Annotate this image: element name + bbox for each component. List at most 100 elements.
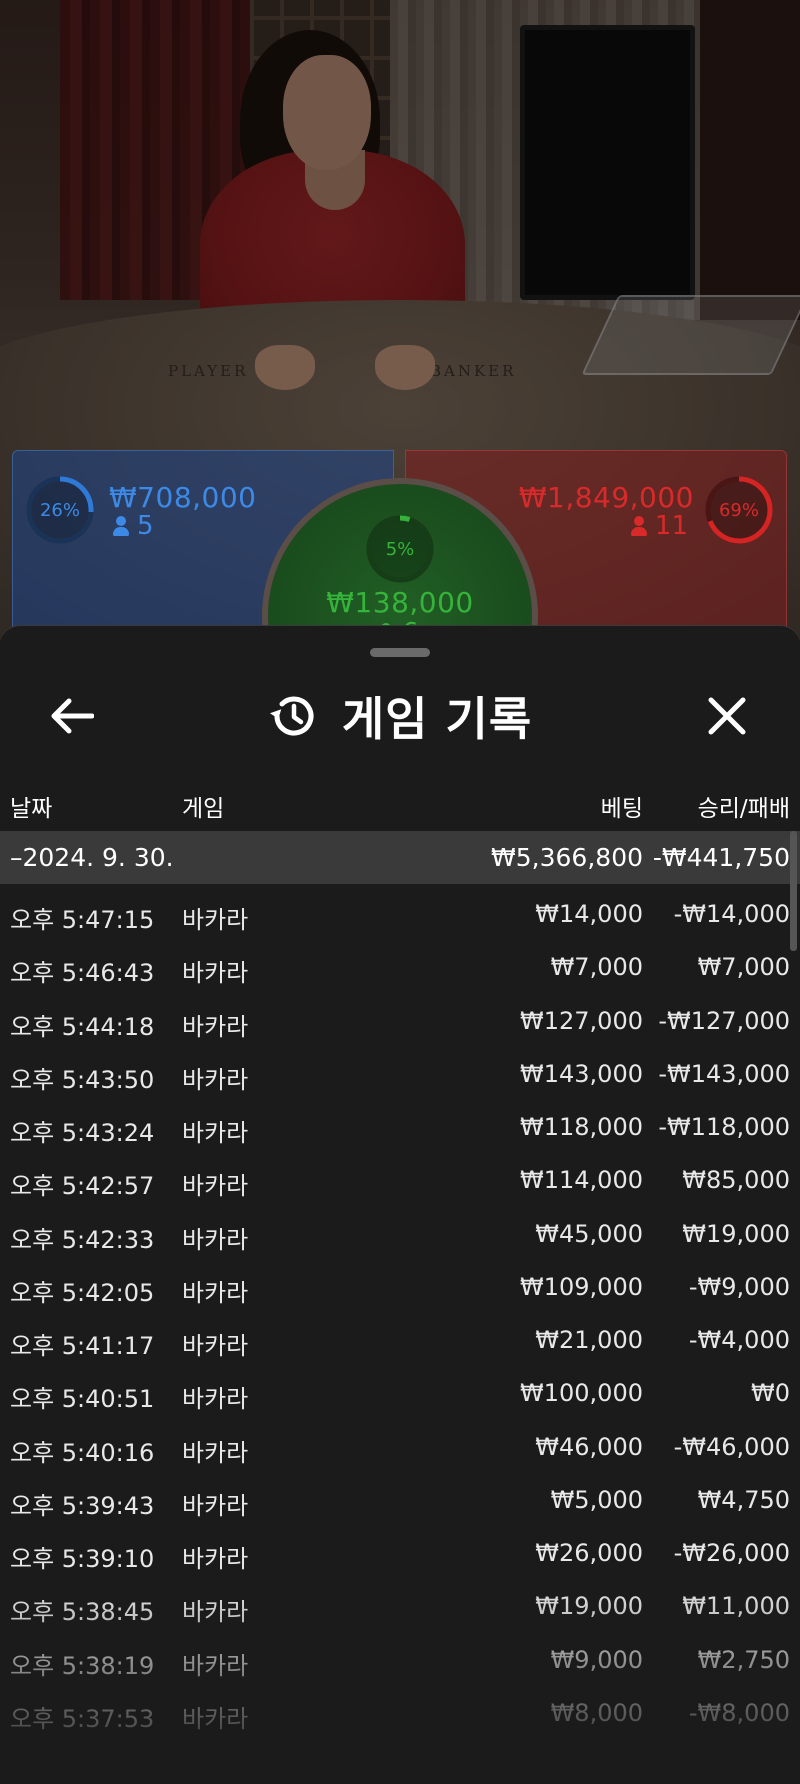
row-time: 오후 5:40:51 <box>10 1385 155 1414</box>
row-bet: ₩14,000 <box>535 900 643 928</box>
row-result: -₩8,000 <box>688 1698 790 1727</box>
history-row[interactable]: 오후 5:47:15 바카라 ₩14,000 -₩14,000 <box>0 891 800 944</box>
row-result: ₩0 <box>751 1379 790 1408</box>
row-result: -₩118,000 <box>658 1113 790 1141</box>
row-result: -₩4,000 <box>688 1326 790 1354</box>
row-time: 오후 5:42:33 <box>10 1225 155 1254</box>
row-bet: ₩26,000 <box>535 1539 643 1567</box>
row-game: 바카라 <box>182 1438 249 1467</box>
row-result: -₩143,000 <box>658 1059 790 1088</box>
row-game: 바카라 <box>182 1651 249 1680</box>
row-bet: ₩5,000 <box>550 1485 643 1514</box>
row-game: 바카라 <box>182 1225 249 1254</box>
tie-percent-gauge: 5% <box>365 514 435 584</box>
banker-count-value: 11 <box>654 511 688 541</box>
row-bet: ₩45,000 <box>535 1219 643 1248</box>
player-percent-label: 26% <box>39 499 80 521</box>
history-row[interactable]: 오후 5:43:50 바카라 ₩143,000 -₩143,000 <box>0 1051 800 1104</box>
row-result: ₩7,000 <box>697 953 790 982</box>
history-row[interactable]: 오후 5:39:10 바카라 ₩26,000 -₩26,000 <box>0 1530 800 1583</box>
row-time: 오후 5:47:15 <box>10 906 155 934</box>
close-icon <box>708 697 746 735</box>
history-row[interactable]: 오후 5:44:18 바카라 ₩127,000 -₩127,000 <box>0 998 800 1051</box>
row-time: 오후 5:46:43 <box>10 959 155 988</box>
row-result: ₩85,000 <box>682 1166 790 1195</box>
row-result: -₩127,000 <box>658 1006 790 1035</box>
row-result: ₩11,000 <box>682 1592 790 1621</box>
row-game: 바카라 <box>182 1119 249 1147</box>
person-icon <box>630 516 647 536</box>
history-row[interactable]: 오후 5:38:19 바카라 ₩9,000 ₩2,750 <box>0 1637 800 1690</box>
row-bet: ₩114,000 <box>520 1166 643 1195</box>
game-history-sheet: 게임 기록 날짜 게임 베팅 승리/패배 –2024. 9. 30. ₩5,36… <box>0 625 800 1784</box>
row-game: 바카라 <box>182 1065 249 1094</box>
row-result: -₩46,000 <box>673 1432 790 1461</box>
row-bet: ₩109,000 <box>520 1272 643 1301</box>
live-video-feed: PLAYER BANKER 26% ₩708,000 5 ₩1,849,000 … <box>0 0 800 640</box>
history-list: 오후 5:47:15 바카라 ₩14,000 -₩14,000 오후 5:46:43 바카… <box>0 891 800 1743</box>
tie-bet-amount: ₩138,000 <box>326 586 474 619</box>
row-result: ₩2,750 <box>697 1645 790 1674</box>
row-game: 바카라 <box>182 1545 249 1573</box>
row-game: 바카라 <box>182 1598 249 1627</box>
tie-percent-label: 5% <box>385 538 415 560</box>
row-time: 오후 5:42:57 <box>10 1172 155 1201</box>
column-header-bet: 베팅 <box>600 796 643 822</box>
row-game: 바카라 <box>182 959 249 988</box>
row-bet: ₩8,000 <box>550 1698 643 1727</box>
row-result: -₩14,000 <box>673 900 790 928</box>
sheet-drag-handle[interactable] <box>370 648 430 657</box>
column-header-date: 날짜 <box>10 796 53 822</box>
row-time: 오후 5:37:53 <box>10 1704 155 1733</box>
history-row[interactable]: 오후 5:41:17 바카라 ₩21,000 -₩4,000 <box>0 1317 800 1370</box>
player-bet-amount: ₩708,000 <box>109 481 257 514</box>
row-time: 오후 5:39:10 <box>10 1545 155 1573</box>
row-result: -₩26,000 <box>673 1539 790 1567</box>
row-game: 바카라 <box>182 1385 249 1414</box>
row-bet: ₩127,000 <box>520 1006 643 1035</box>
close-button[interactable] <box>697 686 757 746</box>
row-game: 바카라 <box>182 1332 249 1360</box>
history-row[interactable]: 오후 5:46:43 바카라 ₩7,000 ₩7,000 <box>0 944 800 997</box>
banker-percent-gauge: 69% <box>704 475 774 545</box>
history-row[interactable]: 오후 5:38:45 바카라 ₩19,000 ₩11,000 <box>0 1583 800 1636</box>
history-row[interactable]: 오후 5:39:43 바카라 ₩5,000 ₩4,750 <box>0 1477 800 1530</box>
column-header-game: 게임 <box>182 796 225 822</box>
history-icon <box>269 696 314 736</box>
row-game: 바카라 <box>182 1278 249 1307</box>
sheet-header: 게임 기록 <box>0 681 800 751</box>
sheet-title: 게임 기록 <box>341 692 533 746</box>
row-time: 오후 5:41:17 <box>10 1332 155 1360</box>
row-result: ₩4,750 <box>697 1485 790 1514</box>
row-result: ₩19,000 <box>682 1219 790 1248</box>
banker-bet-amount: ₩1,849,000 <box>518 481 694 514</box>
player-bettor-count: 5 <box>113 511 154 541</box>
row-time: 오후 5:43:50 <box>10 1065 155 1094</box>
date-group-result-total: -₩441,750 <box>652 843 790 872</box>
date-group-date: –2024. 9. 30. <box>10 843 174 872</box>
row-bet: ₩7,000 <box>550 953 643 982</box>
column-header-result: 승리/패배 <box>697 796 790 822</box>
history-row[interactable]: 오후 5:42:33 바카라 ₩45,000 ₩19,000 <box>0 1211 800 1264</box>
history-row[interactable]: 오후 5:42:57 바카라 ₩114,000 ₩85,000 <box>0 1157 800 1210</box>
row-time: 오후 5:40:16 <box>10 1438 155 1467</box>
history-row[interactable]: 오후 5:40:16 바카라 ₩46,000 -₩46,000 <box>0 1424 800 1477</box>
date-group-row[interactable]: –2024. 9. 30. ₩5,366,800 -₩441,750 <box>0 831 800 884</box>
row-bet: ₩19,000 <box>535 1592 643 1621</box>
history-row[interactable]: 오후 5:43:24 바카라 ₩118,000 -₩118,000 <box>0 1104 800 1157</box>
player-count-value: 5 <box>137 511 154 541</box>
history-row[interactable]: 오후 5:42:05 바카라 ₩109,000 -₩9,000 <box>0 1264 800 1317</box>
row-bet: ₩9,000 <box>550 1645 643 1674</box>
row-result: -₩9,000 <box>688 1272 790 1301</box>
row-bet: ₩46,000 <box>535 1432 643 1461</box>
row-bet: ₩118,000 <box>520 1113 643 1141</box>
history-row[interactable]: 오후 5:40:51 바카라 ₩100,000 ₩0 <box>0 1370 800 1423</box>
banker-bettor-count: 11 <box>630 511 688 541</box>
row-time: 오후 5:43:24 <box>10 1119 155 1147</box>
row-time: 오후 5:38:45 <box>10 1598 155 1627</box>
history-row[interactable]: 오후 5:37:53 바카라 ₩8,000 -₩8,000 <box>0 1690 800 1743</box>
row-game: 바카라 <box>182 1012 249 1041</box>
row-bet: ₩100,000 <box>520 1379 643 1408</box>
row-game: 바카라 <box>182 1491 249 1520</box>
row-game: 바카라 <box>182 906 249 934</box>
